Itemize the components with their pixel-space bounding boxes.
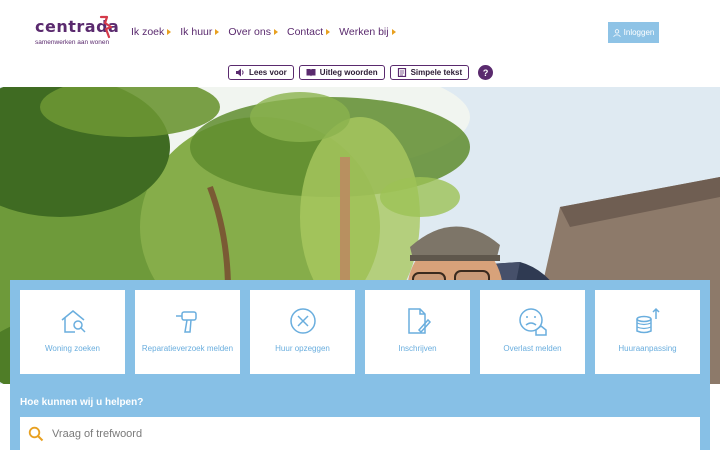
nav-item-werken-bij[interactable]: Werken bij bbox=[339, 26, 396, 38]
tile-woning-zoeken[interactable]: Woning zoeken bbox=[20, 290, 125, 374]
nav-label: Ik zoek bbox=[131, 26, 165, 38]
search-input[interactable] bbox=[52, 427, 652, 440]
sad-face-house-icon bbox=[518, 308, 547, 336]
tile-label: Reparatieverzoek melden bbox=[141, 344, 234, 353]
tile-label: Huur opzeggen bbox=[275, 344, 330, 353]
drill-icon bbox=[175, 311, 197, 333]
tile-huuraanpassing[interactable]: Huuraanpassing bbox=[595, 290, 700, 374]
caret-right-icon bbox=[167, 29, 172, 35]
tile-label: Inschrijven bbox=[398, 344, 437, 353]
speaker-icon bbox=[236, 68, 244, 77]
search-bar bbox=[20, 417, 700, 450]
nav-item-ik-zoek[interactable]: Ik zoek bbox=[131, 26, 172, 38]
logo-tagline: samenwerken aan wonen bbox=[35, 39, 110, 46]
tile-inschrijven[interactable]: Inschrijven bbox=[365, 290, 470, 374]
close-circle-icon bbox=[289, 308, 316, 334]
logo-mark-icon bbox=[99, 15, 113, 39]
login-button[interactable]: Inloggen bbox=[608, 22, 659, 43]
nav-item-contact[interactable]: Contact bbox=[286, 26, 331, 38]
simple-text-label: Simpele tekst bbox=[410, 68, 463, 77]
caret-right-icon bbox=[215, 29, 220, 35]
accessibility-toolbar: Lees voor Uitleg woorden Simpele tekst ? bbox=[228, 65, 494, 80]
explain-words-label: Uitleg woorden bbox=[319, 68, 378, 77]
nav-label: Contact bbox=[286, 26, 324, 38]
help-heading: Hoe kunnen wij u helpen? bbox=[20, 397, 144, 408]
services-panel: Woning zoeken Reparatieverzoek melden Hu… bbox=[10, 280, 710, 450]
tile-label: Huuraanpassing bbox=[618, 344, 677, 353]
service-tiles: Woning zoeken Reparatieverzoek melden Hu… bbox=[20, 290, 700, 374]
tile-label: Woning zoeken bbox=[45, 344, 100, 353]
caret-right-icon bbox=[326, 29, 331, 35]
document-icon bbox=[397, 68, 406, 77]
centrada-logo[interactable]: centrada samenwerken aan wonen bbox=[35, 15, 119, 49]
caret-right-icon bbox=[391, 29, 396, 35]
nav-label: Ik huur bbox=[180, 26, 213, 38]
user-icon bbox=[613, 28, 621, 37]
nav-label: Over ons bbox=[228, 26, 271, 38]
tile-reparatieverzoek[interactable]: Reparatieverzoek melden bbox=[135, 290, 240, 374]
read-aloud-label: Lees voor bbox=[249, 68, 287, 77]
explain-words-button[interactable]: Uitleg woorden bbox=[298, 65, 385, 80]
search-icon[interactable] bbox=[28, 426, 44, 442]
tile-label: Overlast melden bbox=[503, 344, 562, 353]
house-search-icon bbox=[61, 310, 86, 333]
tile-overlast-melden[interactable]: Overlast melden bbox=[480, 290, 585, 374]
site-header: centrada samenwerken aan wonen Ik zoek I… bbox=[0, 0, 720, 62]
nav-item-over-ons[interactable]: Over ons bbox=[228, 26, 278, 38]
caret-right-icon bbox=[273, 29, 278, 35]
nav-item-ik-huur[interactable]: Ik huur bbox=[180, 26, 220, 38]
coins-arrows-icon bbox=[635, 307, 660, 334]
simple-text-button[interactable]: Simpele tekst bbox=[389, 65, 470, 80]
nav-label: Werken bij bbox=[339, 26, 389, 38]
page: centrada samenwerken aan wonen Ik zoek I… bbox=[0, 0, 720, 450]
help-button[interactable]: ? bbox=[478, 65, 494, 80]
tile-huur-opzeggen[interactable]: Huur opzeggen bbox=[250, 290, 355, 374]
document-pen-icon bbox=[407, 308, 431, 334]
main-nav: Ik zoek Ik huur Over ons Contact Werken … bbox=[131, 26, 396, 38]
read-aloud-button[interactable]: Lees voor bbox=[228, 65, 294, 80]
book-icon bbox=[306, 69, 316, 77]
login-label: Inloggen bbox=[623, 28, 655, 37]
